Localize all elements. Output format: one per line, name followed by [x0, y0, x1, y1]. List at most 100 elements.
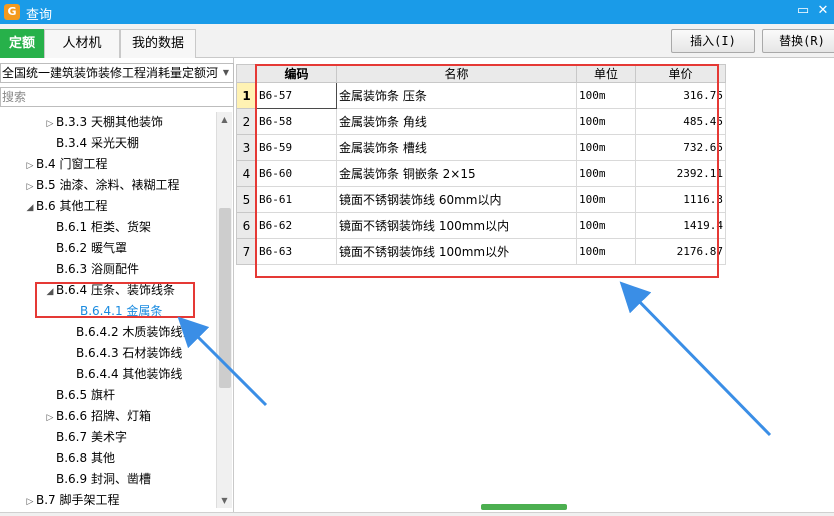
header-price[interactable]: 单价	[635, 64, 726, 83]
table-row[interactable]: 3 B6-59 金属装饰条 槽线 100m 732.65	[236, 134, 726, 161]
tree-item[interactable]: ▷ B.3.3 天棚其他装饰	[44, 112, 163, 133]
row-number[interactable]: 3	[236, 134, 257, 161]
tree-item-label: B.6.3 浴厕配件	[56, 262, 139, 276]
code-cell[interactable]: B6-62	[256, 212, 337, 239]
tree-item[interactable]: B.6.5 旗杆	[44, 385, 115, 406]
expand-arrow-icon[interactable]: ▷	[44, 114, 56, 135]
expand-arrow-icon[interactable]: ▷	[24, 492, 36, 512]
scroll-down-icon[interactable]: ▼	[217, 493, 232, 508]
tree-item[interactable]: B.6.3 浴厕配件	[44, 259, 139, 280]
tree-item[interactable]: ◢ B.6 其他工程	[24, 196, 108, 217]
header-unit[interactable]: 单位	[576, 64, 636, 83]
tree-item[interactable]: B.6.7 美术字	[44, 427, 127, 448]
splitter-handle[interactable]: ⌃	[481, 499, 567, 510]
title-bar: G 查询 ▭ ✕	[0, 0, 834, 24]
unit-cell[interactable]: 100m	[576, 212, 636, 239]
tree-item[interactable]: ▷ B.7 脚手架工程	[24, 490, 120, 511]
tab-my-data[interactable]: 我的数据	[120, 29, 196, 58]
row-number[interactable]: 2	[236, 108, 257, 135]
tab-bar: 定额 人材机 我的数据 插入(I) 替换(R)	[0, 24, 834, 58]
price-cell[interactable]: 316.75	[635, 82, 726, 109]
name-cell[interactable]: 金属装饰条 压条	[336, 82, 577, 109]
tree-item[interactable]: B.6.2 暖气罩	[44, 238, 127, 259]
tree-item[interactable]: ◢ B.6.4 压条、装饰线条	[44, 280, 175, 301]
unit-cell[interactable]: 100m	[576, 186, 636, 213]
tree-item-label: B.6.4.1 金属条	[80, 304, 163, 318]
scroll-up-icon[interactable]: ▲	[217, 112, 232, 127]
unit-cell[interactable]: 100m	[576, 82, 636, 109]
name-cell[interactable]: 金属装饰条 槽线	[336, 134, 577, 161]
replace-button[interactable]: 替换(R)	[762, 29, 834, 53]
tab-labor-material-machine[interactable]: 人材机	[44, 29, 120, 58]
tree-item-label: B.5 油漆、涂料、裱糊工程	[36, 178, 180, 192]
tree-item-label: B.3.3 天棚其他装饰	[56, 115, 163, 129]
name-cell[interactable]: 镜面不锈钢装饰线 100mm以内	[336, 212, 577, 239]
tree-item[interactable]: ▷ B.6.6 招牌、灯箱	[44, 406, 151, 427]
row-number[interactable]: 5	[236, 186, 257, 213]
code-cell[interactable]: B6-60	[256, 160, 337, 187]
tree-item[interactable]: B.6.4.1 金属条	[64, 301, 162, 322]
unit-cell[interactable]: 100m	[576, 108, 636, 135]
code-cell[interactable]: B6-58	[256, 108, 337, 135]
tree-item[interactable]: ▷ B.4 门窗工程	[24, 154, 108, 175]
code-cell[interactable]: B6-59	[256, 134, 337, 161]
tree-item[interactable]: B.6.9 封洞、凿槽	[44, 469, 151, 490]
price-cell[interactable]: 485.45	[635, 108, 726, 135]
unit-cell[interactable]: 100m	[576, 160, 636, 187]
close-button[interactable]: ✕	[814, 2, 832, 20]
table-row[interactable]: 5 B6-61 镜面不锈钢装饰线 60mm以内 100m 1116.3	[236, 186, 726, 213]
name-cell[interactable]: 镜面不锈钢装饰线 100mm以外	[336, 238, 577, 265]
row-number[interactable]: 1	[236, 82, 257, 109]
tree-item[interactable]: B.6.8 其他	[44, 448, 115, 469]
table-row[interactable]: 1 B6-57 金属装饰条 压条 100m 316.75	[236, 82, 726, 109]
row-number[interactable]: 7	[236, 238, 257, 265]
quota-table: 编码 名称 单位 单价 1 B6-57 金属装饰条 压条 100m 316.75 2 B6-…	[236, 64, 726, 265]
expand-arrow-icon[interactable]: ▷	[24, 177, 36, 198]
price-cell[interactable]: 1419.4	[635, 212, 726, 239]
price-cell[interactable]: 1116.3	[635, 186, 726, 213]
row-number[interactable]: 4	[236, 160, 257, 187]
unit-cell[interactable]: 100m	[576, 134, 636, 161]
price-cell[interactable]: 732.65	[635, 134, 726, 161]
table-row[interactable]: 2 B6-58 金属装饰条 角线 100m 485.45	[236, 108, 726, 135]
collapse-arrow-icon[interactable]: ◢	[44, 282, 56, 303]
tree-item[interactable]: B.6.1 柜类、货架	[44, 217, 151, 238]
code-cell[interactable]: B6-63	[256, 238, 337, 265]
tree-item-label: B.6 其他工程	[36, 199, 108, 213]
name-cell[interactable]: 镜面不锈钢装饰线 60mm以内	[336, 186, 577, 213]
scroll-thumb[interactable]	[219, 208, 231, 388]
expand-arrow-icon[interactable]: ▷	[44, 408, 56, 429]
tree-item[interactable]: B.6.4.4 其他装饰线	[64, 364, 182, 385]
tree-item-label: B.6.5 旗杆	[56, 388, 115, 402]
unit-cell[interactable]: 100m	[576, 238, 636, 265]
search-input[interactable]: 搜索	[0, 87, 234, 107]
maximize-button[interactable]: ▭	[794, 2, 812, 20]
tree-item-label: B.6.9 封洞、凿槽	[56, 472, 151, 486]
tree-item[interactable]: B.6.4.3 石材装饰线	[64, 343, 182, 364]
tree-item-label: B.6.2 暖气罩	[56, 241, 127, 255]
tree-item-label: B.7 脚手架工程	[36, 493, 120, 507]
app-logo-icon: G	[4, 4, 20, 20]
header-name[interactable]: 名称	[336, 64, 577, 83]
price-cell[interactable]: 2392.11	[635, 160, 726, 187]
tab-quota[interactable]: 定额	[0, 29, 44, 58]
expand-arrow-icon[interactable]: ▷	[24, 156, 36, 177]
code-cell[interactable]: B6-61	[256, 186, 337, 213]
code-cell[interactable]: B6-57	[256, 82, 337, 109]
table-row[interactable]: 7 B6-63 镜面不锈钢装饰线 100mm以外 100m 2176.87	[236, 238, 726, 265]
tree-item[interactable]: ▷ B.5 油漆、涂料、裱糊工程	[24, 175, 180, 196]
price-cell[interactable]: 2176.87	[635, 238, 726, 265]
insert-button[interactable]: 插入(I)	[671, 29, 755, 53]
tree-item[interactable]: B.3.4 采光天棚	[44, 133, 139, 154]
tree-scrollbar[interactable]: ▲ ▼	[216, 112, 232, 508]
name-cell[interactable]: 金属装饰条 铜嵌条 2×15	[336, 160, 577, 187]
table-row[interactable]: 4 B6-60 金属装饰条 铜嵌条 2×15 100m 2392.11	[236, 160, 726, 187]
tree-item[interactable]: B.6.4.2 木质装饰线条	[64, 322, 194, 343]
collapse-arrow-icon[interactable]: ◢	[24, 198, 36, 219]
table-row[interactable]: 6 B6-62 镜面不锈钢装饰线 100mm以内 100m 1419.4	[236, 212, 726, 239]
header-code[interactable]: 编码	[256, 64, 337, 83]
quota-library-select[interactable]: 全国统一建筑装饰装修工程消耗量定额河 ▼	[0, 63, 234, 83]
name-cell[interactable]: 金属装饰条 角线	[336, 108, 577, 135]
row-number[interactable]: 6	[236, 212, 257, 239]
chevron-down-icon[interactable]: ▼	[219, 64, 233, 82]
